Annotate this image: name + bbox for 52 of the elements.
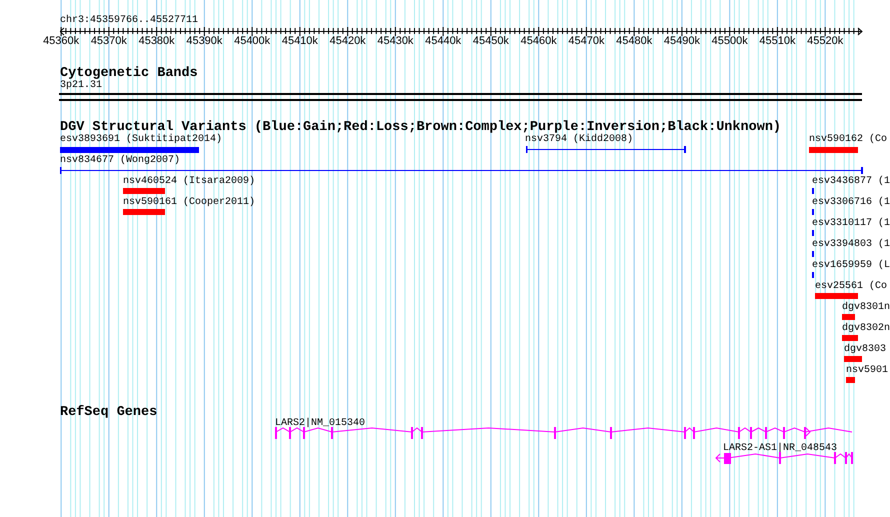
variant-label[interactable]: dgv8301n: [842, 302, 890, 314]
variant-label[interactable]: esv3306716 (1: [812, 197, 890, 209]
ruler-label: 45440k: [424, 35, 462, 47]
variant-label[interactable]: dgv8303: [844, 344, 886, 356]
variant-bar[interactable]: [844, 356, 862, 362]
ruler-label: 45470k: [567, 35, 606, 47]
gene-label[interactable]: LARS2|NM_015340: [275, 418, 366, 430]
variant-bar[interactable]: [842, 314, 855, 320]
ruler-label: 45420k: [328, 35, 367, 47]
ruler-label: 45520k: [806, 35, 844, 47]
variant-bar[interactable]: [815, 293, 858, 299]
track-title: Cytogenetic Bands: [60, 66, 198, 81]
variant-bar[interactable]: [123, 188, 165, 194]
ruler-label: 45410k: [280, 35, 319, 47]
variant-label[interactable]: esv3310117 (1: [812, 218, 890, 230]
variant-label[interactable]: nsv590162 (Co: [809, 134, 888, 146]
gene-label[interactable]: LARS2-AS1|NR_048543: [723, 443, 838, 455]
ruler-label: 45390k: [185, 35, 224, 47]
variant-bar[interactable]: [846, 377, 855, 383]
variant-bar[interactable]: [842, 335, 858, 341]
variant-label[interactable]: dgv8302n: [842, 323, 890, 335]
ruler-label: 45360k: [42, 35, 80, 47]
variant-label[interactable]: esv3436877 (1: [812, 176, 890, 188]
ruler-label: 45500k: [710, 35, 749, 47]
ruler-label: 45400k: [233, 35, 272, 47]
variant-label[interactable]: nsv3794 (Kidd2008): [525, 134, 634, 146]
variant-bar[interactable]: [809, 147, 858, 153]
ruler-label: 45380k: [138, 35, 176, 47]
band-label[interactable]: 3p21.31: [60, 80, 102, 92]
ruler-label: 45480k: [615, 35, 654, 47]
variant-label[interactable]: esv25561 (Co: [815, 281, 888, 293]
variant-bar[interactable]: [123, 209, 165, 215]
variant-label[interactable]: nsv834677 (Wong2007): [60, 155, 180, 167]
variant-label[interactable]: esv1659959 (L: [812, 260, 890, 272]
variant-bar[interactable]: [60, 147, 199, 153]
variant-label[interactable]: nsv590161 (Cooper2011): [123, 197, 256, 209]
ruler-label: 45370k: [90, 35, 128, 47]
variant-label[interactable]: nsv460524 (Itsara2009): [123, 176, 256, 188]
track-title: DGV Structural Variants (Blue:Gain;Red:Loss;Brown:Complex;Purple:Inversion;Black:Unknown): [60, 120, 782, 135]
variant-label[interactable]: esv3394803 (1: [812, 239, 890, 251]
gene-model[interactable]: [714, 451, 856, 466]
variant-span[interactable]: [526, 146, 686, 153]
ruler-label: 45460k: [520, 35, 558, 47]
track-title: RefSeq Genes: [60, 405, 158, 420]
locus-label: chr3:45359766..45527711: [60, 15, 198, 27]
ruler-label: 45490k: [662, 35, 701, 47]
variant-label[interactable]: nsv5901: [846, 365, 888, 377]
ruler-label: 45450k: [472, 35, 510, 47]
ruler-label: 45430k: [376, 35, 414, 47]
ruler-label: 45510k: [758, 35, 796, 47]
variant-span[interactable]: [60, 167, 863, 174]
variant-label[interactable]: esv3893691 (Suktitipat2014): [60, 134, 222, 146]
